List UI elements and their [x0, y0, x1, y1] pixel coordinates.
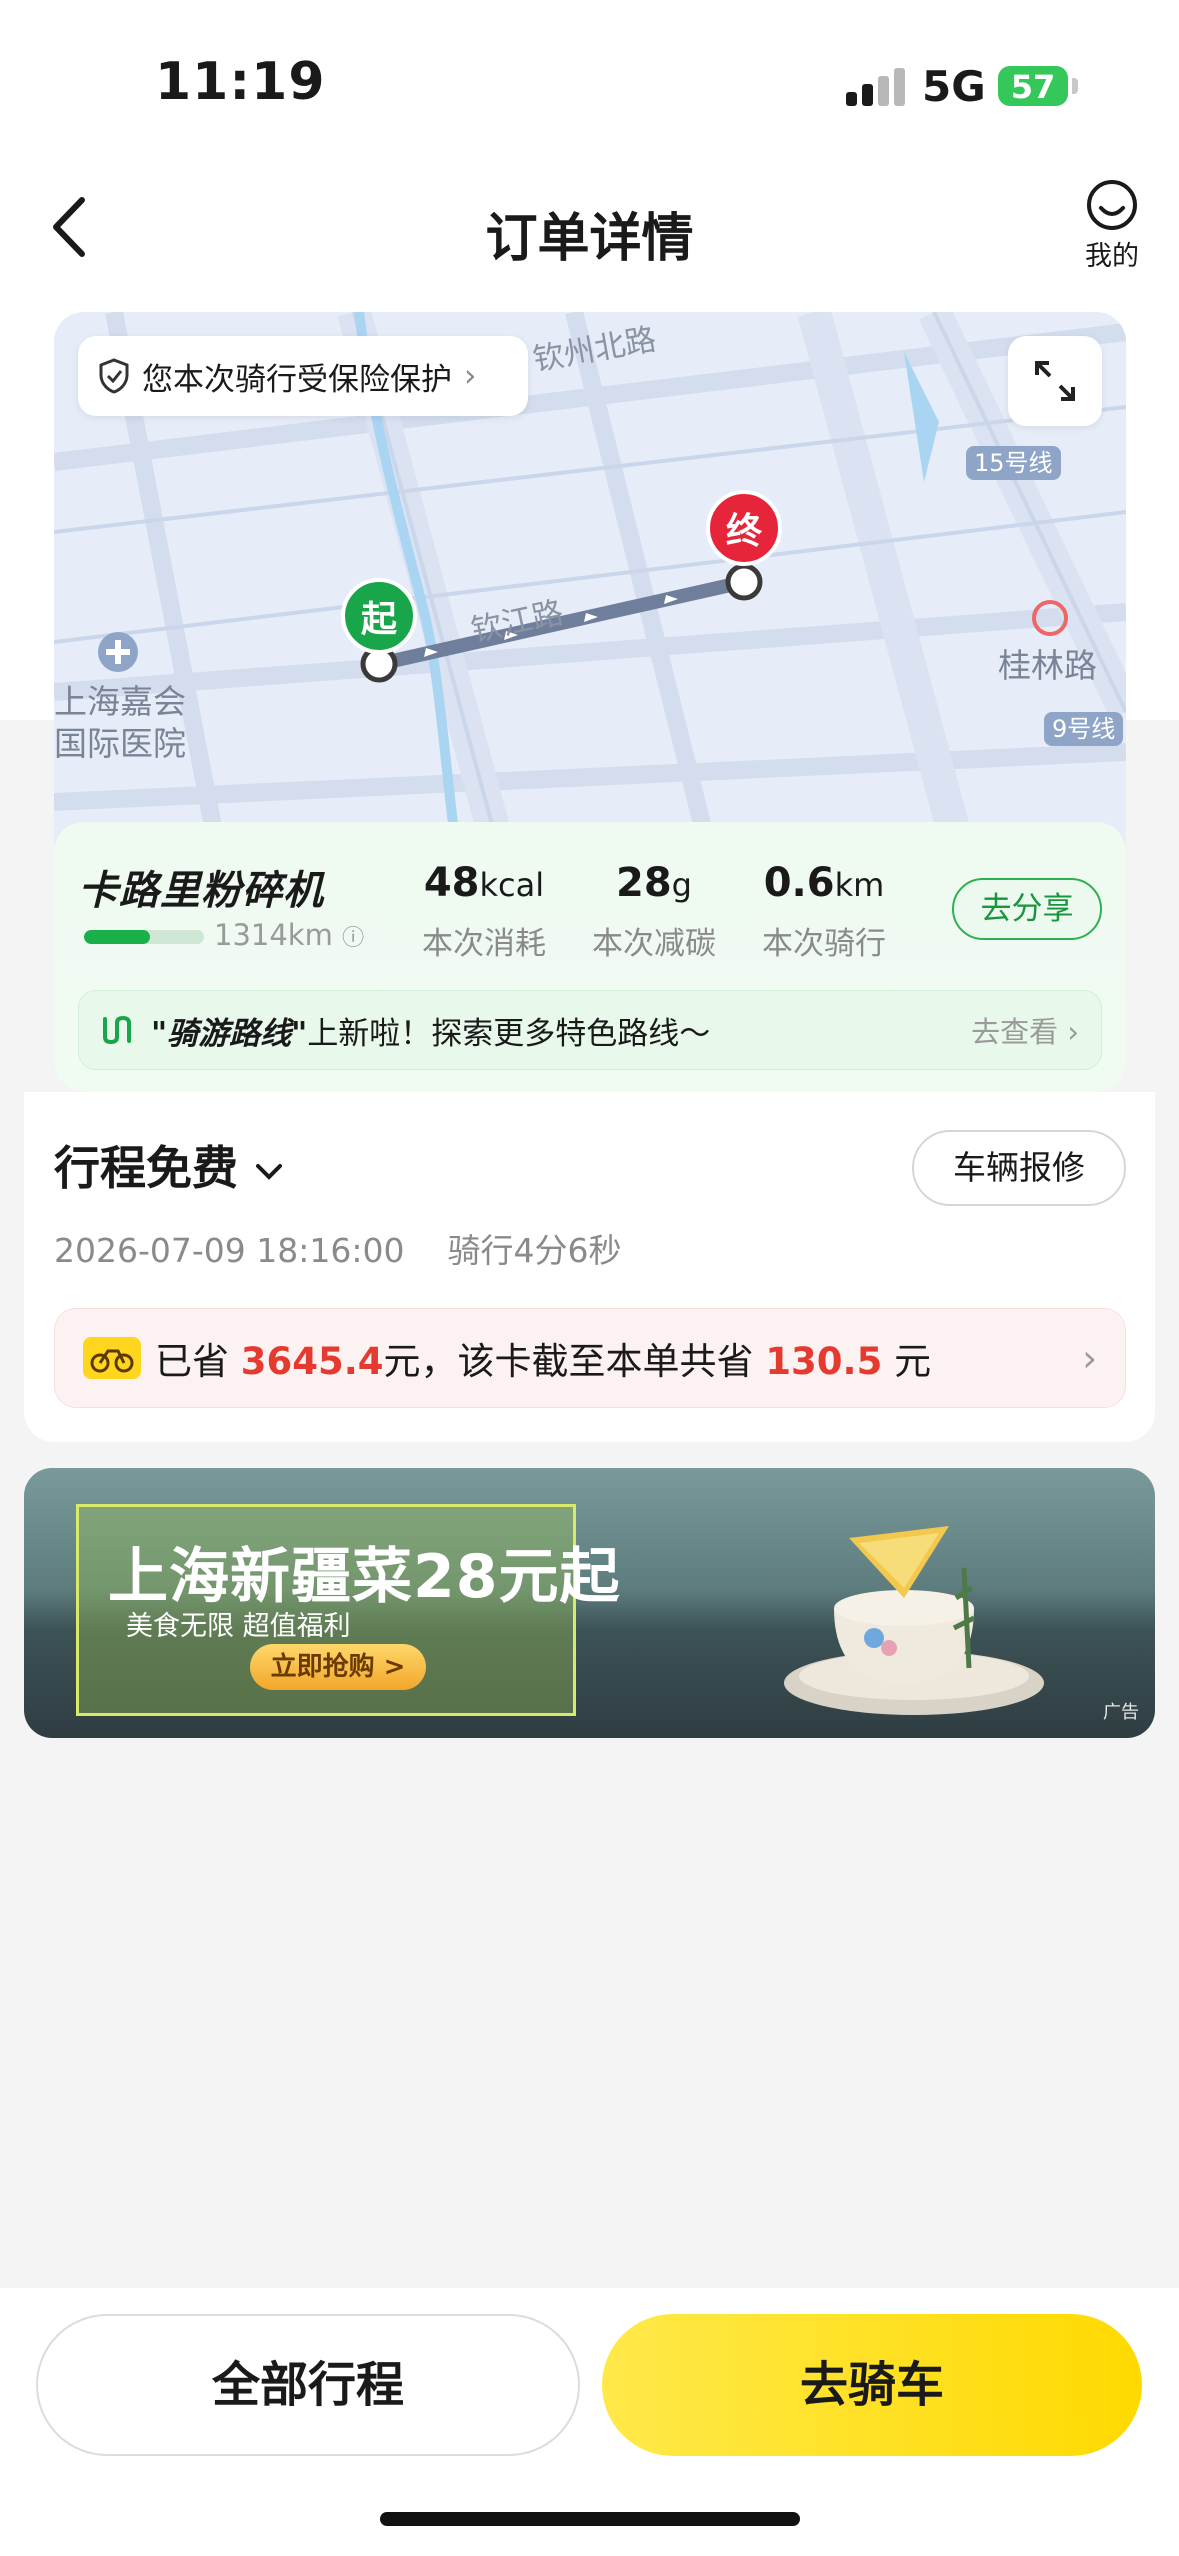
info-icon[interactable]: ⓘ [342, 926, 364, 951]
expand-map-button[interactable] [1008, 336, 1102, 426]
savings-total: 130.5 [765, 1340, 883, 1383]
all-trips-button[interactable]: 全部行程 [36, 2314, 580, 2456]
battery-level: 57 [1010, 68, 1056, 106]
line-badge-15: 15号线 [966, 446, 1061, 480]
route-banner-more-label: 去查看 [971, 1015, 1059, 1049]
network-label: 5G [922, 62, 986, 111]
chevron-down-icon [256, 1163, 283, 1180]
ad-tag: 广告 [1103, 1702, 1139, 1723]
route-banner-highlight: "骑游路线" [151, 1015, 308, 1052]
trip-datetime: 2026-07-09 18:16:00 [54, 1231, 405, 1270]
insurance-chip[interactable]: 您本次骑行受保险保护 › [78, 336, 528, 416]
route-icon [103, 1015, 131, 1045]
chevron-right-icon: › [464, 358, 477, 394]
route-banner-more[interactable]: 去查看 › [971, 1009, 1079, 1051]
status-bar: 11:19 5G 57 [0, 0, 1179, 160]
distance-progress-fill [84, 930, 150, 944]
stat-calories: 48kcal 本次消耗 [404, 860, 564, 963]
battery-icon: 57 [998, 66, 1068, 106]
battery-tip [1072, 78, 1078, 94]
savings-suffix: 元 [894, 1340, 932, 1383]
poi-hospital-line1: 上海嘉会 [54, 682, 186, 721]
calorie-card-title: 卡路里粉碎机 [78, 868, 324, 914]
trip-duration: 骑行4分6秒 [447, 1231, 622, 1270]
stat-distance-label: 本次骑行 [762, 926, 886, 962]
route-banner[interactable]: "骑游路线"上新啦！探索更多特色路线～ 去查看 › [78, 990, 1102, 1070]
savings-prefix: 已省 [155, 1340, 229, 1383]
expand-icon [1035, 361, 1075, 401]
start-pin: 起 [341, 578, 417, 654]
share-button[interactable]: 去分享 [952, 878, 1102, 940]
stat-distance: 0.6km 本次骑行 [744, 860, 904, 963]
stat-carbon-unit: g [671, 866, 692, 904]
trip-section: 行程免费 车辆报修 2026-07-09 18:16:00 骑行4分6秒 已省 … [24, 1092, 1155, 1442]
trip-meta: 2026-07-09 18:16:00 骑行4分6秒 [54, 1224, 621, 1272]
trip-fee-label: 行程免费 [54, 1141, 238, 1195]
stat-carbon-label: 本次减碳 [592, 926, 716, 962]
station-guilin: 桂林路 [998, 646, 1097, 685]
stat-carbon: 28g 本次减碳 [574, 860, 734, 963]
line-badge-9: 9号线 [1044, 712, 1124, 746]
smile-icon [1087, 180, 1137, 230]
home-indicator [380, 2512, 800, 2526]
status-time: 11:19 [155, 52, 326, 112]
stat-calories-unit: kcal [479, 866, 545, 904]
savings-mid: 元，该卡截至本单共省 [383, 1340, 754, 1383]
distance-progress [84, 930, 204, 944]
poi-hospital-line2: 国际医院 [54, 724, 186, 763]
stat-distance-unit: km [834, 866, 885, 904]
ad-title: 上海新疆菜28元起 [108, 1542, 621, 1612]
mine-button[interactable]: 我的 [1076, 178, 1148, 273]
route-banner-text: 上新啦！探索更多特色路线～ [307, 1015, 711, 1052]
nav-bar: 订单详情 我的 [0, 170, 1179, 290]
savings-amount: 3645.4 [240, 1340, 384, 1383]
mine-label: 我的 [1085, 241, 1139, 272]
total-distance-value: 1314km [214, 918, 333, 952]
go-ride-button[interactable]: 去骑车 [602, 2314, 1142, 2456]
ad-subtitle: 美食无限 超值福利 [126, 1611, 351, 1642]
stat-calories-label: 本次消耗 [422, 926, 546, 962]
stat-calories-value: 48 [423, 860, 480, 906]
trip-fee-title[interactable]: 行程免费 [54, 1132, 284, 1198]
end-pin: 终 [706, 490, 782, 566]
chevron-right-icon: › [1082, 1336, 1097, 1380]
ad-banner[interactable]: 上海新疆菜28元起 美食无限 超值福利 立即抢购 > 广告 [24, 1468, 1155, 1738]
shield-icon [99, 358, 129, 394]
stats-panel: 卡路里粉碎机 1314km ⓘ 48kcal 本次消耗 28g 本次减碳 0.6… [54, 822, 1126, 1092]
ad-cta-button[interactable]: 立即抢购 > [250, 1644, 426, 1690]
total-distance: 1314km ⓘ [214, 918, 364, 952]
bike-icon [83, 1337, 141, 1379]
repair-button[interactable]: 车辆报修 [912, 1130, 1126, 1206]
page-title: 订单详情 [485, 209, 694, 269]
stat-distance-value: 0.6 [763, 860, 835, 906]
signal-icon [846, 66, 908, 106]
savings-banner[interactable]: 已省 3645.4元，该卡截至本单共省 130.5 元 › [54, 1308, 1126, 1408]
dish-image [784, 1526, 1044, 1715]
insurance-text: 您本次骑行受保险保护 [142, 361, 452, 398]
stat-carbon-value: 28 [616, 860, 672, 906]
map-card: 您本次骑行受保险保护 › 钦州北路 钦江路 上海嘉会 国际医院 桂林路 15号线… [54, 312, 1126, 1092]
